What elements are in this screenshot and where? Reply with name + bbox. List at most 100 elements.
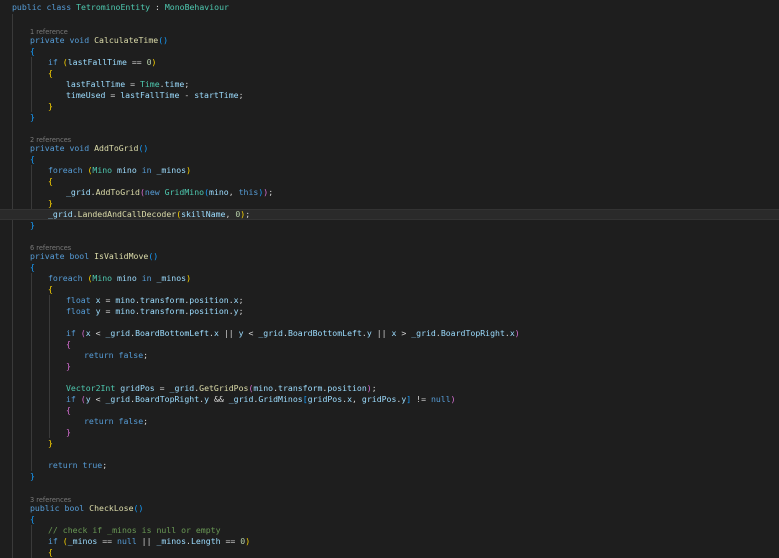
code-token: gridPos: [361, 394, 397, 404]
code-line: {: [0, 68, 779, 79]
code-token: MonoBehaviour: [164, 2, 229, 12]
code-token: new: [144, 187, 160, 197]
code-token: mino: [117, 165, 137, 175]
code-token: foreach: [48, 165, 83, 175]
code-token: ==: [126, 57, 147, 67]
code-token: <: [90, 394, 106, 404]
code-line: {: [0, 154, 779, 165]
code-token: _minos: [156, 273, 187, 283]
code-token: ;: [238, 90, 244, 100]
code-line: if (x < _grid.BoardBottomLeft.x || y < _…: [0, 328, 779, 339]
code-line: if (y < _grid.BoardTopRight.y && _grid.G…: [0, 394, 779, 405]
code-line: public class TetrominoEntity : MonoBehav…: [0, 2, 779, 13]
code-token: CalculateTime: [94, 35, 159, 45]
code-token: lastFallTime: [120, 90, 180, 100]
code-token: skillName: [181, 209, 226, 219]
code-token: LandedAndCallDecoder: [77, 209, 177, 219]
code-token: AddToGrid: [95, 187, 140, 197]
code-token: bool: [69, 251, 90, 261]
code-token: <: [243, 328, 259, 338]
code-token: position: [327, 383, 367, 393]
code-line: }: [0, 112, 779, 123]
code-token: public: [12, 2, 42, 12]
code-token: Mino: [92, 165, 113, 175]
code-token: mino: [117, 273, 137, 283]
code-token: private: [30, 35, 65, 45]
code-token: {: [30, 154, 35, 164]
code-token: {: [66, 405, 71, 415]
code-editor[interactable]: public class TetrominoEntity : MonoBehav…: [0, 0, 779, 558]
code-token: _grid: [411, 328, 436, 338]
code-token: _grid: [228, 394, 254, 404]
code-token: ): [186, 273, 192, 283]
code-token: float: [66, 295, 91, 305]
code-line: foreach (Mino mino in _minos): [0, 273, 779, 284]
code-token: {: [48, 68, 53, 78]
code-token: position: [189, 306, 229, 316]
code-token: Time: [139, 79, 160, 89]
code-token: ;: [238, 295, 244, 305]
code-token: :: [150, 2, 165, 12]
code-token: ,: [352, 394, 362, 404]
code-token: if: [66, 394, 76, 404]
code-token: IsValidMove: [94, 251, 149, 261]
code-token: ;: [268, 187, 274, 197]
code-token: this: [238, 187, 259, 197]
code-line: public bool CheckLose(): [0, 503, 779, 514]
code-token: false: [118, 416, 144, 426]
code-token: lastFallTime: [67, 57, 127, 67]
code-line: {: [0, 339, 779, 350]
code-line: }: [0, 220, 779, 231]
code-token: mino: [115, 295, 136, 305]
code-token: lastFallTime: [66, 79, 126, 89]
code-token: private: [30, 143, 65, 153]
code-token: ||: [136, 536, 157, 546]
code-token: // check if _minos is null or empty: [48, 525, 221, 535]
code-token: ||: [218, 328, 239, 338]
code-token: void: [69, 143, 90, 153]
code-token: null: [117, 536, 137, 546]
code-token: foreach: [48, 273, 83, 283]
code-line: _grid.AddToGrid(new GridMino(mino, this)…: [0, 187, 779, 198]
code-token: gridPos: [120, 383, 155, 393]
code-token: gridPos: [307, 394, 343, 404]
code-token: ,: [225, 209, 236, 219]
code-token: (): [158, 35, 169, 45]
code-token: transform: [278, 383, 323, 393]
code-token: {: [66, 339, 71, 349]
code-token: public: [30, 503, 60, 513]
code-token: CheckLose: [89, 503, 134, 513]
code-token: if: [48, 536, 58, 546]
code-token: _minos: [67, 536, 98, 546]
code-token: true: [82, 460, 103, 470]
code-token: transform: [139, 295, 185, 305]
code-token: {: [48, 284, 53, 294]
code-line: private bool IsValidMove(): [0, 251, 779, 262]
code-token: {: [30, 262, 35, 272]
code-token: mino: [253, 383, 274, 393]
code-token: startTime: [194, 90, 239, 100]
code-line: }: [0, 427, 779, 438]
code-token: ,: [228, 187, 239, 197]
code-line: if (_minos == null || _minos.Length == 0…: [0, 536, 779, 547]
code-token: mino: [209, 187, 229, 197]
code-line: return false;: [0, 416, 779, 427]
code-token: ;: [143, 350, 149, 360]
code-token: }: [48, 198, 53, 208]
code-token: }: [66, 361, 71, 371]
current-code-line: _grid.LandedAndCallDecoder(skillName, 0)…: [0, 209, 779, 220]
code-line: lastFallTime = Time.time;: [0, 79, 779, 90]
code-token: GridMinos: [258, 394, 303, 404]
code-token: float: [66, 306, 91, 316]
code-token: class: [46, 2, 72, 12]
code-token: false: [118, 350, 144, 360]
code-line: }: [0, 101, 779, 112]
code-line: {: [0, 405, 779, 416]
code-line: private void AddToGrid(): [0, 143, 779, 154]
code-line: float y = mino.transform.position.y;: [0, 306, 779, 317]
code-token: (): [133, 503, 144, 513]
code-token: Length: [190, 536, 221, 546]
code-token: Vector2Int: [66, 383, 116, 393]
code-token: {: [48, 176, 53, 186]
code-token: ==: [220, 536, 241, 546]
